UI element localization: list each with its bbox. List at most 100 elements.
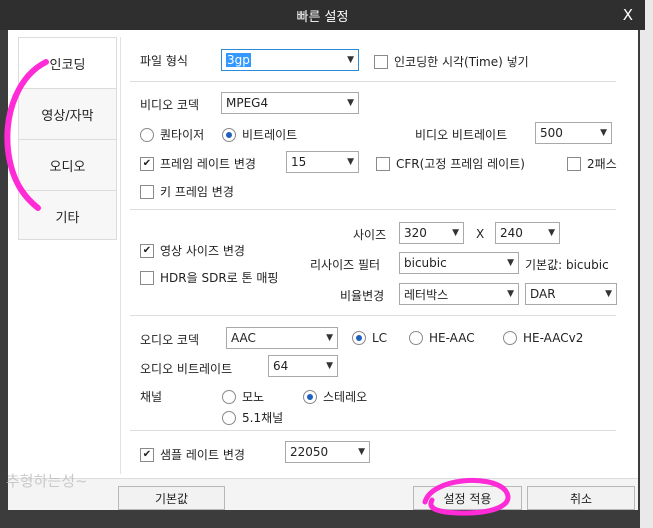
video-codec-value: MPEG4 — [226, 96, 269, 110]
close-icon[interactable]: X — [623, 6, 633, 24]
width-value: 320 — [404, 226, 427, 240]
hdr-label: HDR을 SDR로 톤 매핑 — [160, 271, 279, 285]
audio-codec-value: AAC — [231, 331, 256, 345]
chevron-down-icon: ▼ — [358, 447, 365, 457]
cfr-checkbox[interactable] — [376, 156, 390, 171]
twopass-option: 2패스 — [567, 155, 617, 172]
audio-codec-select[interactable]: AAC ▼ — [226, 327, 338, 349]
quantizer-radio[interactable] — [140, 127, 154, 142]
divider — [130, 81, 616, 82]
background-app — [640, 0, 653, 528]
ratio-select[interactable]: 레터박스 ▼ — [399, 283, 519, 305]
insert-time-label: 인코딩한 시각(Time) 넣기 — [394, 55, 529, 69]
chevron-down-icon: ▼ — [347, 157, 354, 167]
channel-mono-radio[interactable] — [222, 389, 236, 404]
size-separator: X — [476, 227, 485, 241]
radio-dot — [356, 335, 362, 341]
nav-item-video-subtitle[interactable]: 영상/자막 — [19, 89, 116, 140]
channel-stereo-option: 스테레오 — [303, 388, 367, 405]
nav-label: 인코딩 — [49, 57, 86, 73]
size-change-label: 영상 사이즈 변경 — [160, 244, 245, 258]
samplerate-select[interactable]: 22050 ▼ — [285, 441, 370, 463]
filter-label: 리사이즈 필터 — [310, 258, 381, 272]
chevron-down-icon: ▼ — [452, 228, 459, 238]
filter-value: bicubic — [404, 256, 447, 270]
insert-time-checkbox[interactable] — [374, 54, 388, 69]
profile-heaacv2-label: HE-AACv2 — [523, 331, 584, 345]
profile-lc-option: LC — [352, 331, 387, 345]
chevron-down-icon: ▼ — [326, 361, 333, 371]
video-bitrate-select[interactable]: 500 ▼ — [535, 122, 612, 144]
samplerate-change-checkbox[interactable]: ✔ — [140, 447, 154, 462]
chevron-down-icon: ▼ — [548, 228, 555, 238]
width-select[interactable]: 320 ▼ — [399, 222, 464, 244]
chevron-down-icon: ▼ — [507, 258, 514, 268]
filter-default-text: 기본값: bicubic — [525, 258, 609, 272]
profile-heaacv2-radio[interactable] — [503, 331, 517, 345]
profile-heaac-radio[interactable] — [409, 331, 423, 345]
size-change-option: ✔ 영상 사이즈 변경 — [140, 242, 245, 259]
channel-label: 채널 — [140, 390, 163, 404]
audio-codec-label: 오디오 코덱 — [140, 333, 200, 347]
divider — [130, 209, 616, 210]
chevron-down-icon: ▼ — [326, 333, 333, 343]
keyframe-checkbox[interactable] — [140, 184, 154, 199]
nav-label: 기타 — [55, 210, 80, 226]
default-button[interactable]: 기본값 — [118, 486, 225, 510]
video-bitrate-value: 500 — [540, 126, 563, 140]
framerate-change-checkbox[interactable]: ✔ — [140, 156, 154, 171]
channel-51-radio[interactable] — [222, 410, 236, 425]
ratio-mode-select[interactable]: DAR ▼ — [525, 283, 617, 305]
hdr-option: HDR을 SDR로 톤 매핑 — [140, 269, 278, 286]
nav-label: 오디오 — [49, 159, 86, 175]
divider — [130, 315, 616, 316]
cfr-option: CFR(고정 프레임 레이트) — [376, 155, 525, 172]
cancel-button[interactable]: 취소 — [527, 486, 635, 510]
video-codec-select[interactable]: MPEG4 ▼ — [221, 92, 359, 114]
framerate-value: 15 — [291, 155, 307, 169]
audio-bitrate-select[interactable]: 64 ▼ — [268, 355, 338, 377]
samplerate-change-option: ✔ 샘플 레이트 변경 — [140, 446, 245, 463]
nav-label: 영상/자막 — [41, 108, 94, 124]
ratio-label: 비율변경 — [340, 289, 385, 303]
chevron-down-icon: ▼ — [600, 128, 607, 138]
height-value: 240 — [500, 226, 523, 240]
chevron-down-icon: ▼ — [605, 289, 612, 299]
chevron-down-icon: ▼ — [347, 55, 354, 65]
video-bitrate-label: 비디오 비트레이트 — [415, 128, 508, 142]
keyframe-label: 키 프레임 변경 — [160, 185, 234, 199]
twopass-checkbox[interactable] — [567, 156, 581, 171]
profile-heaac-label: HE-AAC — [429, 331, 475, 345]
ratio-value: 레터박스 — [404, 287, 449, 302]
ratio-mode-value: DAR — [530, 287, 556, 301]
filter-select[interactable]: bicubic ▼ — [399, 252, 519, 274]
bitrate-mode-radio[interactable] — [222, 127, 236, 142]
channel-51-option: 5.1채널 — [222, 409, 283, 426]
settings-nav: 인코딩 영상/자막 오디오 기타 — [18, 37, 117, 240]
size-change-checkbox[interactable]: ✔ — [140, 243, 154, 258]
channel-51-label: 5.1채널 — [242, 411, 284, 425]
apply-button[interactable]: 설정 적용 — [413, 486, 522, 510]
file-format-select[interactable]: 3gp ▼ — [221, 49, 359, 71]
quantizer-option: 퀀타이저 — [140, 126, 204, 143]
insert-time-option: 인코딩한 시각(Time) 넣기 — [374, 53, 529, 70]
title-bar: 빠른 설정 X — [0, 0, 645, 30]
window-title: 빠른 설정 — [296, 9, 349, 25]
framerate-change-label: 프레임 레이트 변경 — [160, 157, 256, 171]
watermark-text: 추형하는성~ — [6, 472, 88, 490]
nav-item-encoding[interactable]: 인코딩 — [19, 38, 116, 89]
nav-item-etc[interactable]: 기타 — [19, 191, 116, 241]
file-format-label: 파일 형식 — [140, 54, 188, 68]
size-label: 사이즈 — [353, 228, 387, 242]
bitrate-mode-label: 비트레이트 — [242, 128, 298, 142]
cfr-label: CFR(고정 프레임 레이트) — [396, 157, 525, 171]
channel-stereo-radio[interactable] — [303, 389, 317, 404]
profile-lc-radio[interactable] — [352, 331, 366, 345]
chevron-down-icon: ▼ — [507, 289, 514, 299]
framerate-select[interactable]: 15 ▼ — [286, 151, 359, 173]
video-codec-label: 비디오 코덱 — [140, 98, 200, 112]
hdr-checkbox[interactable] — [140, 270, 154, 285]
nav-item-audio[interactable]: 오디오 — [19, 140, 116, 191]
chevron-down-icon: ▼ — [347, 98, 354, 108]
height-select[interactable]: 240 ▼ — [495, 222, 560, 244]
